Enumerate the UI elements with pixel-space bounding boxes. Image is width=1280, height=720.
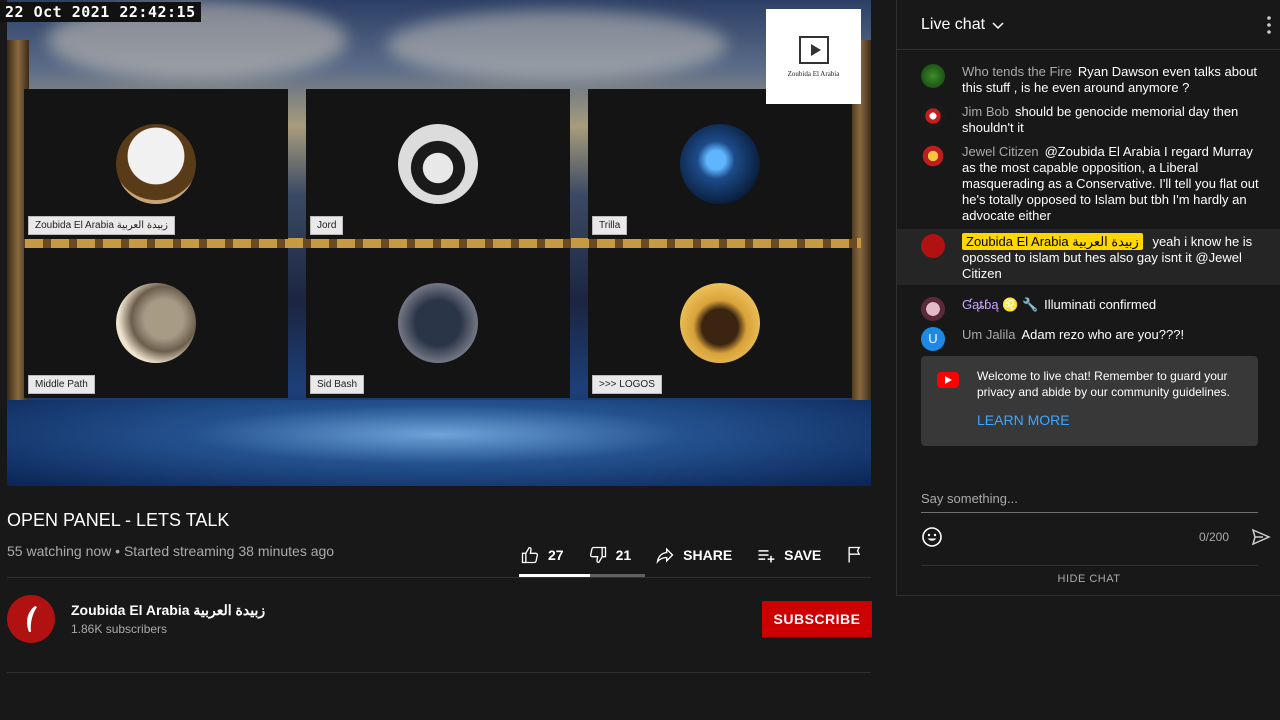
thumbs-down-icon bbox=[589, 546, 606, 564]
chat-message: Jewel Citizen @Zoubida El Arabia I regard… bbox=[921, 144, 1265, 224]
channel-watermark: Zoubida El Arabia bbox=[766, 9, 861, 104]
participant-label: Zoubida El Arabia زبيدة العربية bbox=[28, 216, 175, 235]
learn-more-link[interactable]: LEARN MORE bbox=[977, 412, 1070, 428]
report-button[interactable] bbox=[845, 545, 865, 565]
share-button[interactable]: SHARE bbox=[655, 545, 732, 565]
chat-avatar bbox=[921, 64, 945, 88]
chat-text: Illuminati confirmed bbox=[1044, 297, 1157, 312]
participant-label: Middle Path bbox=[28, 375, 95, 394]
participant-tile: Jord bbox=[306, 89, 570, 239]
chat-author: Ɠąȶɓą ♌ 🔧 bbox=[962, 297, 1039, 312]
channel-avatar[interactable] bbox=[7, 595, 55, 643]
hide-chat-button[interactable]: HIDE CHAT bbox=[897, 573, 1280, 585]
participant-avatar bbox=[680, 283, 760, 363]
more-options-icon[interactable] bbox=[1265, 14, 1273, 36]
like-button[interactable]: 27 bbox=[520, 545, 564, 565]
chat-author: Jim Bob bbox=[962, 104, 1009, 119]
participant-tile: Middle Path bbox=[24, 248, 288, 398]
chat-mode-dropdown[interactable]: Live chat bbox=[921, 16, 1005, 34]
chat-message: Zoubida El Arabia زبيدة العربية yeah i k… bbox=[921, 233, 1265, 282]
chat-avatar bbox=[921, 144, 945, 168]
divider bbox=[921, 565, 1258, 566]
cloud-decoration bbox=[387, 10, 727, 80]
share-label: SHARE bbox=[683, 547, 733, 563]
participant-avatar bbox=[680, 124, 760, 204]
participant-label: Jord bbox=[310, 216, 344, 235]
participant-tile: Zoubida El Arabia زبيدة العربية bbox=[24, 89, 288, 239]
stage-floor bbox=[7, 400, 871, 486]
participant-label: Trilla bbox=[592, 216, 628, 235]
chat-message: Who tends the Fire Ryan Dawson even talks… bbox=[921, 64, 1265, 96]
share-icon bbox=[656, 547, 674, 564]
video-meta: 55 watching now • Started streaming 38 m… bbox=[7, 543, 335, 559]
chevron-down-icon bbox=[992, 22, 1004, 30]
chat-text: Adam rezo who are you???! bbox=[1021, 327, 1185, 342]
participant-avatar bbox=[398, 283, 478, 363]
subscriber-count: 1.86K subscribers bbox=[71, 622, 168, 636]
page: Zoubida El Arabia زبيدة العربية Jord Tri… bbox=[0, 0, 1280, 720]
flag-icon bbox=[848, 546, 861, 563]
chat-avatar bbox=[921, 234, 945, 258]
welcome-banner: Welcome to live chat! Remember to guard … bbox=[921, 356, 1258, 446]
participant-tile: Trilla bbox=[588, 89, 852, 239]
youtube-icon bbox=[937, 372, 959, 388]
chat-header: Live chat bbox=[897, 0, 1280, 50]
participant-avatar bbox=[398, 124, 478, 204]
video-timestamp: 22 Oct 2021 22:42:15 bbox=[0, 2, 201, 22]
char-counter: 0/200 bbox=[1199, 530, 1230, 544]
video-player[interactable]: Zoubida El Arabia زبيدة العربية Jord Tri… bbox=[7, 0, 871, 486]
playlist-add-icon bbox=[758, 550, 775, 563]
participant-avatar bbox=[116, 124, 196, 204]
divider bbox=[7, 577, 871, 578]
chat-avatar: U bbox=[921, 327, 945, 351]
participant-avatar bbox=[116, 283, 196, 363]
subscribe-button[interactable]: SUBSCRIBE bbox=[762, 601, 872, 637]
divider bbox=[7, 672, 871, 673]
participant-label: Sid Bash bbox=[310, 375, 365, 394]
play-icon bbox=[798, 35, 829, 64]
participant-tile: >>> LOGOS bbox=[588, 248, 852, 398]
chat-author: Um Jalila bbox=[962, 327, 1016, 342]
chat-avatar bbox=[921, 297, 945, 321]
video-actions: 27 21 SHARE SAVE bbox=[520, 542, 889, 568]
live-chat-panel: Live chat Who tends the Fire Ryan Dawson … bbox=[896, 0, 1280, 596]
emoji-icon[interactable] bbox=[921, 526, 943, 548]
participant-label: >>> LOGOS bbox=[592, 375, 662, 394]
welcome-text: Welcome to live chat! Remember to guard … bbox=[977, 369, 1230, 399]
video-title: OPEN PANEL - LETS TALK bbox=[7, 510, 230, 530]
thumbs-up-icon bbox=[521, 546, 539, 564]
chat-title: Live chat bbox=[921, 16, 986, 33]
participant-tile: Sid Bash bbox=[306, 248, 570, 398]
chat-input[interactable]: Say something... bbox=[921, 491, 1258, 513]
send-icon[interactable] bbox=[1251, 527, 1271, 547]
watermark-text: Zoubida El Arabia bbox=[787, 69, 840, 78]
chat-author: Who tends the Fire bbox=[962, 64, 1072, 79]
chat-avatar bbox=[921, 104, 945, 128]
channel-name[interactable]: Zoubida El Arabia زبيدة العربية bbox=[71, 602, 265, 619]
save-button[interactable]: SAVE bbox=[756, 545, 821, 565]
chat-message: Ɠąȶɓą ♌ 🔧 Illuminati confirmed bbox=[921, 297, 1265, 321]
chat-message: U Um Jalila Adam rezo who are you???! bbox=[921, 327, 1265, 351]
like-count: 27 bbox=[548, 547, 564, 563]
chat-message: Jim Bob should be genocide memorial day t… bbox=[921, 104, 1265, 136]
feather-icon bbox=[27, 606, 37, 632]
save-label: SAVE bbox=[784, 547, 822, 563]
dislike-button[interactable]: 21 bbox=[588, 545, 632, 565]
chat-author-owner: Zoubida El Arabia زبيدة العربية bbox=[962, 233, 1143, 250]
chat-author: Jewel Citizen bbox=[962, 144, 1039, 159]
dislike-count: 21 bbox=[615, 547, 632, 563]
gold-beam bbox=[25, 238, 861, 248]
